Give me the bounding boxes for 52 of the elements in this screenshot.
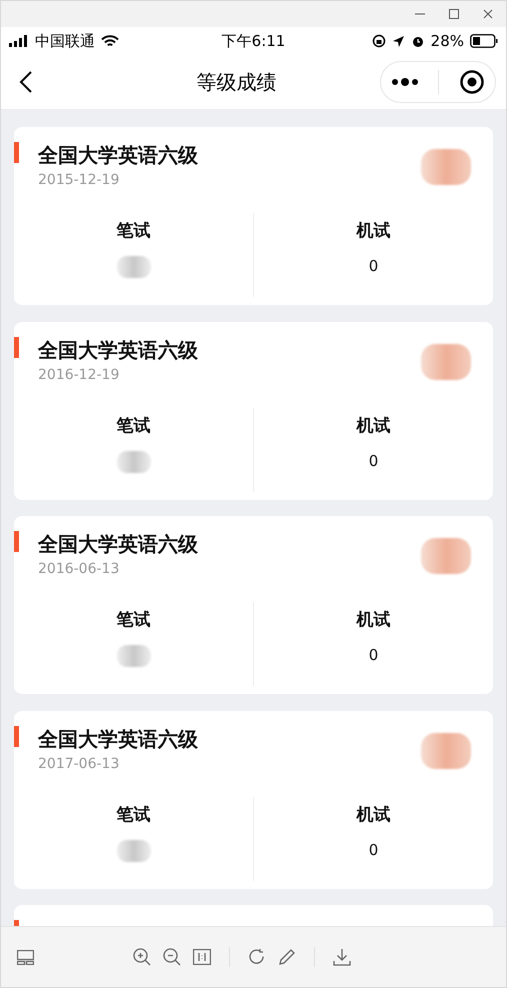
close-icon[interactable]: [482, 8, 494, 20]
written-label: 笔试: [116, 414, 150, 436]
accent-bar: [14, 726, 19, 746]
redacted-total-score: [421, 732, 471, 768]
written-label: 笔试: [116, 804, 150, 826]
written-label: 笔试: [116, 220, 150, 242]
status-time: 下午6:11: [222, 32, 286, 50]
battery-icon: [470, 34, 498, 48]
redacted-written-score: [116, 256, 150, 278]
carrier-name: 中国联通: [35, 32, 95, 50]
machine-score: 0: [368, 256, 378, 276]
machine-score: 0: [368, 840, 378, 860]
written-label: 笔试: [116, 609, 150, 631]
exam-date: 2016-12-19: [38, 366, 120, 384]
accent-bar: [14, 142, 19, 163]
redacted-written-score: [116, 645, 150, 667]
machine-score: 0: [368, 450, 378, 470]
actual-size-icon[interactable]: [193, 949, 211, 965]
exam-title: 全国大学英语六级: [38, 142, 198, 169]
accent-bar: [14, 531, 19, 552]
location-arrow-icon: [392, 34, 405, 48]
machine-score: 0: [368, 645, 378, 665]
exam-title: 全国大学英语六级: [38, 531, 198, 558]
battery-percent: 28%: [430, 32, 464, 50]
wifi-icon: [101, 34, 119, 48]
exam-date: 2017-06-13: [38, 754, 120, 774]
more-icon[interactable]: [390, 78, 419, 86]
thumbnail-icon[interactable]: [17, 950, 34, 964]
back-icon[interactable]: [19, 70, 33, 94]
redacted-total-score: [421, 344, 471, 380]
rotation-lock-icon: [372, 34, 386, 48]
pencil-icon[interactable]: [278, 948, 296, 966]
exam-date: 2016-06-13: [38, 560, 120, 579]
signal-icon: [9, 35, 29, 47]
zoom-in-icon[interactable]: [133, 948, 151, 966]
redacted-total-score: [421, 149, 471, 185]
machine-label: 机试: [356, 220, 390, 242]
exam-title: 全国大学英语六级: [38, 726, 198, 752]
exam-title: 全国大学英语六级: [38, 336, 198, 364]
machine-label: 机试: [356, 804, 390, 826]
accent-bar: [14, 336, 19, 358]
machine-label: 机试: [356, 414, 390, 436]
redacted-total-score: [421, 538, 471, 574]
machine-label: 机试: [356, 609, 390, 631]
page-title: 等级成绩: [196, 68, 276, 96]
exam-date: 2015-12-19: [38, 171, 120, 190]
maximize-icon[interactable]: [448, 8, 460, 20]
redacted-written-score: [116, 450, 150, 472]
download-icon[interactable]: [333, 948, 351, 966]
redacted-written-score: [116, 840, 150, 862]
rotate-icon[interactable]: [248, 948, 266, 966]
zoom-out-icon[interactable]: [163, 948, 181, 966]
